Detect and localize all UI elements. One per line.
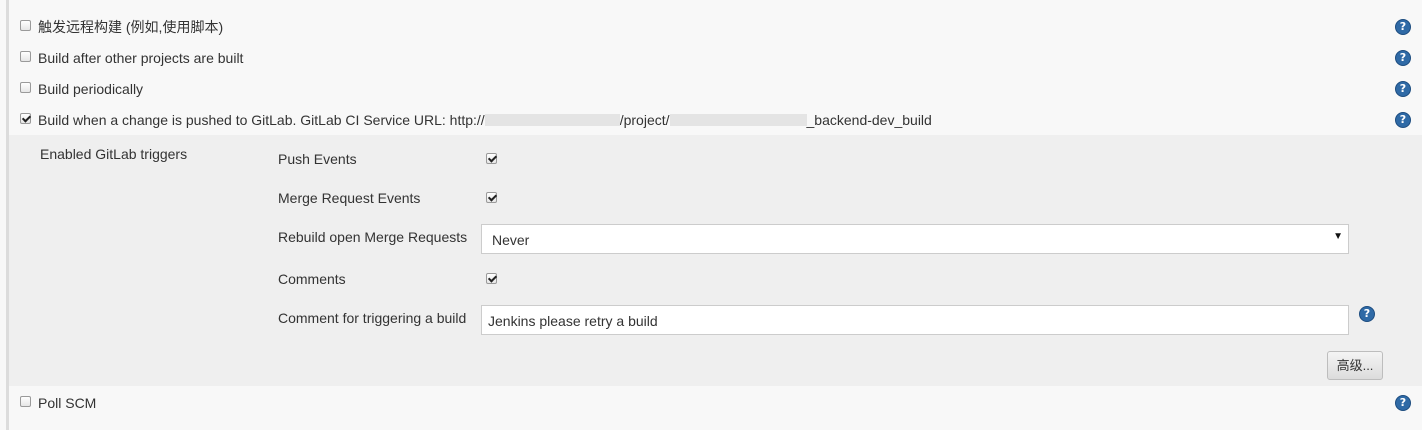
after-other-projects-label: Build after other projects are built — [38, 50, 244, 66]
chevron-down-icon: ▼ — [1333, 231, 1343, 242]
gitlab-url-end: _backend-dev_build — [806, 112, 932, 128]
trigger-row-after-other: Build after other projects are built — [0, 43, 1422, 73]
gitlab-push-checkbox[interactable] — [20, 113, 31, 124]
enabled-gitlab-triggers-label: Enabled GitLab triggers — [40, 146, 188, 162]
build-periodically-checkbox[interactable] — [20, 82, 31, 93]
comments-checkbox[interactable] — [486, 273, 497, 284]
gitlab-push-label: Build when a change is pushed to GitLab.… — [38, 112, 932, 128]
help-icon[interactable] — [1395, 19, 1411, 35]
comment-trigger-label: Comment for triggering a build — [278, 310, 467, 326]
help-icon[interactable] — [1395, 50, 1411, 66]
gitlab-options-panel — [9, 135, 1422, 386]
remote-trigger-label: 触发远程构建 (例如,使用脚本) — [38, 19, 224, 35]
advanced-button[interactable]: 高级... — [1327, 351, 1383, 380]
trigger-row-remote: 触发远程构建 (例如,使用脚本) — [0, 12, 1422, 42]
gitlab-url-mid: /project/ — [619, 112, 670, 128]
remote-trigger-checkbox[interactable] — [20, 20, 31, 31]
trigger-row-gitlab: Build when a change is pushed to GitLab.… — [0, 105, 1422, 135]
comments-label: Comments — [278, 271, 346, 287]
comment-trigger-input[interactable]: Jenkins please retry a build — [481, 305, 1349, 335]
push-events-label: Push Events — [278, 151, 357, 167]
trigger-row-periodically: Build periodically — [0, 74, 1422, 104]
help-icon[interactable] — [1395, 81, 1411, 97]
trigger-row-poll-scm: Poll SCM — [0, 388, 1422, 418]
redacted-host — [484, 114, 620, 126]
rebuild-open-mr-label: Rebuild open Merge Requests — [278, 229, 468, 245]
gitlab-url-prefix: Build when a change is pushed to GitLab.… — [38, 112, 485, 128]
help-icon[interactable] — [1395, 112, 1411, 128]
poll-scm-checkbox[interactable] — [20, 396, 31, 407]
push-events-checkbox[interactable] — [486, 153, 497, 164]
rebuild-open-mr-select[interactable]: Never ▼ — [481, 224, 1349, 254]
merge-request-events-checkbox[interactable] — [486, 192, 497, 203]
after-other-projects-checkbox[interactable] — [20, 51, 31, 62]
build-periodically-label: Build periodically — [38, 81, 144, 97]
help-icon[interactable] — [1359, 306, 1375, 322]
rebuild-open-mr-value: Never — [492, 232, 530, 248]
merge-request-events-label: Merge Request Events — [278, 190, 421, 206]
redacted-project — [669, 114, 807, 126]
poll-scm-label: Poll SCM — [38, 395, 97, 411]
comment-trigger-value: Jenkins please retry a build — [488, 313, 658, 329]
help-icon[interactable] — [1395, 395, 1411, 411]
